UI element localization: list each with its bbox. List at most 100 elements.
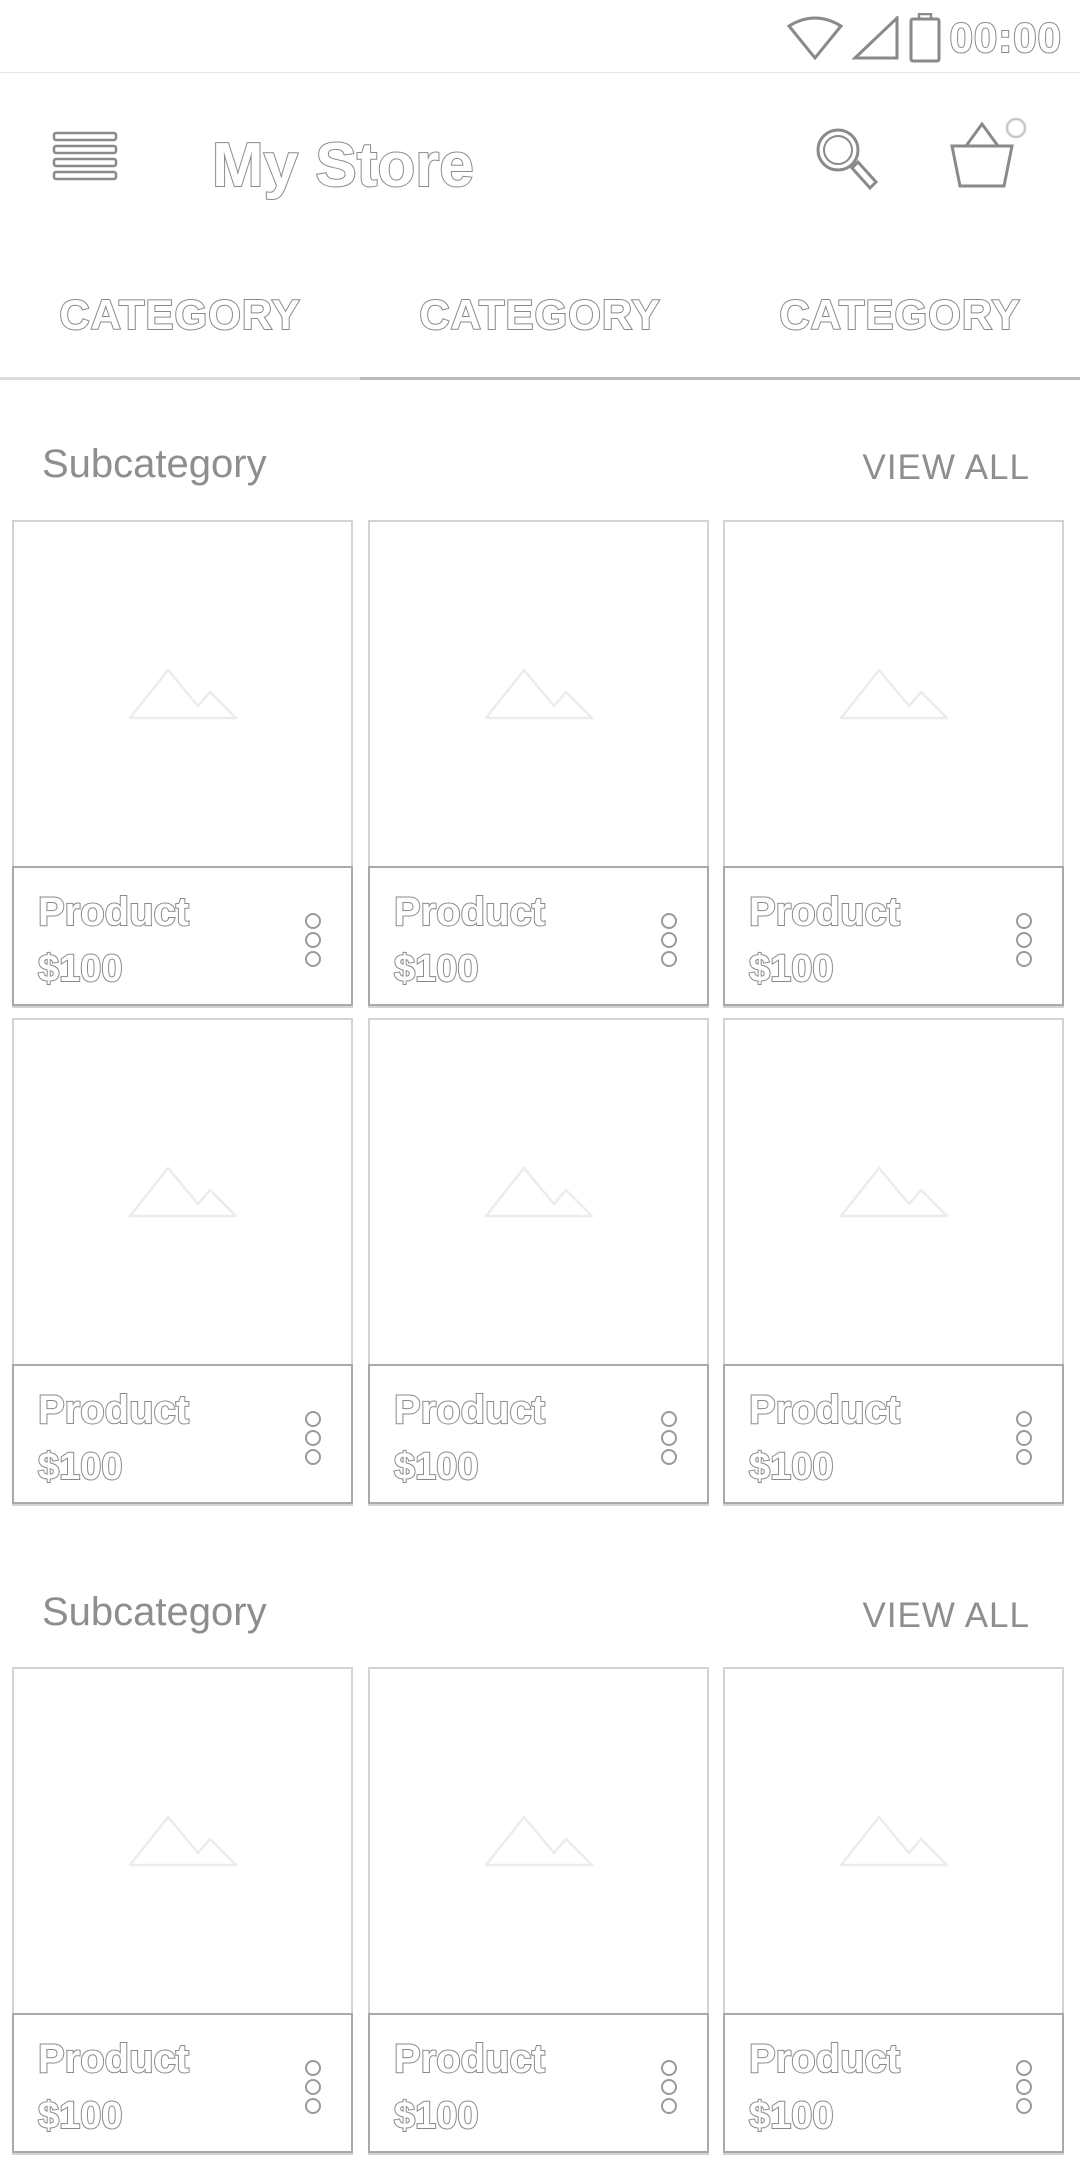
product-image-placeholder — [370, 1669, 707, 2013]
section-header: Subcategory VIEW ALL — [0, 432, 1080, 512]
product-info: Product $100 — [368, 1364, 709, 1504]
image-placeholder-icon — [484, 668, 593, 720]
tab-category-1[interactable]: CATEGORY — [0, 250, 360, 380]
search-button[interactable] — [812, 124, 880, 192]
more-options-button[interactable] — [657, 1410, 681, 1466]
more-options-button[interactable] — [301, 2059, 325, 2115]
product-info: Product $100 — [368, 2013, 709, 2153]
image-placeholder-icon — [484, 1166, 593, 1218]
tab-indicator — [0, 377, 360, 380]
status-icons: 00:00 — [786, 10, 1062, 66]
view-all-button[interactable]: VIEW ALL — [862, 448, 1030, 488]
product-image-placeholder — [725, 1020, 1062, 1364]
section-header: Subcategory VIEW ALL — [0, 1580, 1080, 1660]
more-vert-icon — [661, 913, 677, 967]
image-placeholder-icon — [484, 1815, 593, 1867]
tab-category-3[interactable]: CATEGORY — [720, 250, 1080, 380]
more-options-button[interactable] — [1012, 912, 1036, 968]
product-price: $100 — [37, 947, 124, 991]
cart-icon — [950, 117, 1027, 188]
more-vert-icon — [305, 913, 321, 967]
product-card[interactable]: Product $100 — [368, 1667, 709, 2155]
section-title: Subcategory — [42, 1590, 267, 1634]
menu-button[interactable] — [52, 130, 118, 182]
more-vert-icon — [1016, 913, 1032, 967]
product-card[interactable]: Product $100 — [368, 520, 709, 1008]
product-image-placeholder — [725, 1669, 1062, 2013]
product-image-placeholder — [370, 522, 707, 866]
more-options-button[interactable] — [657, 912, 681, 968]
product-price: $100 — [37, 1445, 124, 1489]
product-card[interactable]: Product $100 — [723, 1018, 1064, 1506]
product-name: Product — [748, 1387, 901, 1433]
product-image-placeholder — [14, 1669, 351, 2013]
category-tabs: CATEGORY CATEGORY CATEGORY — [0, 250, 1080, 380]
product-name: Product — [37, 2036, 190, 2082]
product-card[interactable]: Product $100 — [723, 520, 1064, 1008]
product-info: Product $100 — [723, 2013, 1064, 2153]
tab-category-2[interactable]: CATEGORY — [360, 250, 720, 380]
product-name: Product — [748, 889, 901, 935]
product-card[interactable]: Product $100 — [723, 1667, 1064, 2155]
product-name: Product — [748, 2036, 901, 2082]
image-placeholder-icon — [839, 668, 948, 720]
more-vert-icon — [661, 2060, 677, 2114]
product-name: Product — [37, 889, 190, 935]
product-info: Product $100 — [723, 1364, 1064, 1504]
more-vert-icon — [1016, 1411, 1032, 1465]
tab-label: CATEGORY — [58, 290, 301, 339]
tab-label: CATEGORY — [418, 290, 661, 339]
more-options-button[interactable] — [1012, 2059, 1036, 2115]
product-price: $100 — [393, 2094, 480, 2138]
more-options-button[interactable] — [657, 2059, 681, 2115]
view-all-button[interactable]: VIEW ALL — [862, 1596, 1030, 1636]
menu-icon — [52, 131, 118, 181]
product-info: Product $100 — [368, 866, 709, 1006]
more-options-button[interactable] — [301, 912, 325, 968]
product-price: $100 — [393, 947, 480, 991]
product-image-placeholder — [14, 522, 351, 866]
tab-label: CATEGORY — [778, 290, 1021, 339]
image-placeholder-icon — [128, 1815, 237, 1867]
product-name: Product — [393, 889, 546, 935]
battery-icon — [909, 13, 941, 63]
cart-button[interactable] — [948, 116, 1028, 192]
more-vert-icon — [305, 2060, 321, 2114]
more-vert-icon — [1016, 2060, 1032, 2114]
product-info: Product $100 — [723, 866, 1064, 1006]
product-card[interactable]: Product $100 — [12, 1667, 353, 2155]
product-name: Product — [393, 1387, 546, 1433]
more-vert-icon — [305, 1411, 321, 1465]
image-placeholder-icon — [128, 668, 237, 720]
product-info: Product $100 — [12, 1364, 353, 1504]
product-info: Product $100 — [12, 2013, 353, 2153]
product-image-placeholder — [370, 1020, 707, 1364]
product-info: Product $100 — [12, 866, 353, 1006]
section-title: Subcategory — [42, 442, 267, 486]
product-price: $100 — [748, 2094, 835, 2138]
status-bar: 00:00 — [0, 0, 1080, 73]
product-price: $100 — [37, 2094, 124, 2138]
product-price: $100 — [393, 1445, 480, 1489]
image-placeholder-icon — [128, 1166, 237, 1218]
more-options-button[interactable] — [301, 1410, 325, 1466]
product-card[interactable]: Product $100 — [368, 1018, 709, 1506]
app-title: My Store — [211, 130, 475, 201]
product-image-placeholder — [14, 1020, 351, 1364]
wifi-icon — [786, 16, 843, 60]
image-placeholder-icon — [839, 1166, 948, 1218]
status-time: 00:00 — [949, 13, 1062, 62]
product-name: Product — [37, 1387, 190, 1433]
product-card[interactable]: Product $100 — [12, 520, 353, 1008]
product-price: $100 — [748, 1445, 835, 1489]
product-card[interactable]: Product $100 — [12, 1018, 353, 1506]
app-bar: My Store — [0, 72, 1080, 250]
image-placeholder-icon — [839, 1815, 948, 1867]
more-vert-icon — [661, 1411, 677, 1465]
search-icon — [816, 128, 879, 191]
product-image-placeholder — [725, 522, 1062, 866]
more-options-button[interactable] — [1012, 1410, 1036, 1466]
signal-icon — [851, 16, 899, 60]
product-price: $100 — [748, 947, 835, 991]
product-name: Product — [393, 2036, 546, 2082]
